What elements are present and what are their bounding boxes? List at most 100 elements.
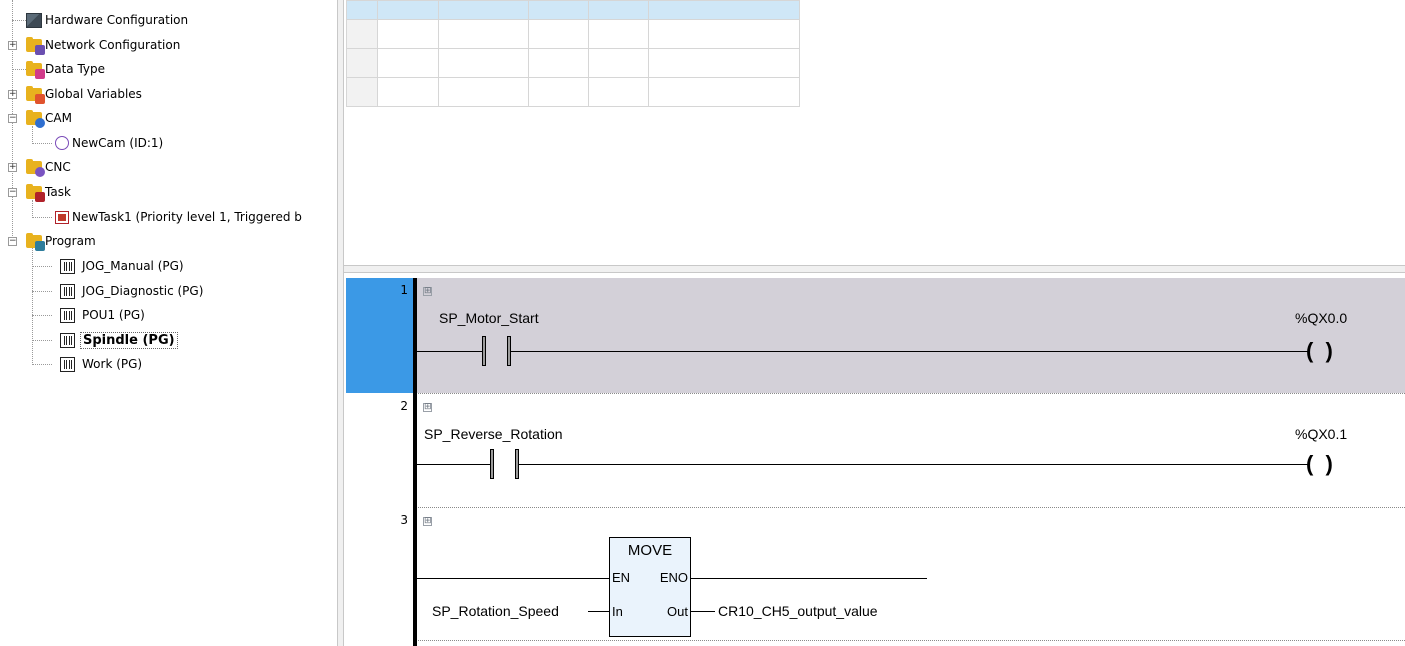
expand-global-variables[interactable]: + xyxy=(8,90,17,99)
network-collapse-icon[interactable]: ⊞ xyxy=(423,517,432,526)
tree-item-label: NewCam (ID:1) xyxy=(72,136,164,150)
contact-variable[interactable]: SP_Reverse_Rotation xyxy=(424,426,563,442)
tree-item-newtask1[interactable]: NewTask1 (Priority level 1, Triggered b xyxy=(55,206,302,228)
vertical-splitter[interactable] xyxy=(337,0,344,646)
table-cell[interactable] xyxy=(377,19,439,49)
tree-item-work[interactable]: Work (PG) xyxy=(60,353,142,375)
tree-item-label: Data Type xyxy=(45,62,106,76)
tree-item-program[interactable]: Program xyxy=(26,230,96,252)
tree-line xyxy=(12,20,26,21)
table-cell[interactable] xyxy=(438,77,529,107)
wire xyxy=(416,578,609,579)
network-number: 3 xyxy=(400,513,408,527)
tree-item-label: Program xyxy=(45,234,96,248)
table-cell[interactable] xyxy=(528,48,589,78)
wire xyxy=(588,611,609,612)
table-row[interactable] xyxy=(346,19,800,49)
tree-item-pou1[interactable]: POU1 (PG) xyxy=(60,304,145,326)
contact-left-bar[interactable] xyxy=(490,449,494,479)
table-row[interactable] xyxy=(346,77,800,107)
cam-folder-icon xyxy=(26,109,45,128)
tree-item-newcam[interactable]: NewCam (ID:1) xyxy=(55,132,163,154)
network-collapse-icon[interactable]: ⊞ xyxy=(423,403,432,412)
tree-item-cnc[interactable]: CNC xyxy=(26,156,71,178)
network-collapse-icon[interactable]: ⊞ xyxy=(423,287,432,296)
left-power-rail xyxy=(413,278,417,646)
expand-network-configuration[interactable]: + xyxy=(8,41,17,50)
expand-cnc[interactable]: + xyxy=(8,163,17,172)
table-cell[interactable] xyxy=(528,19,589,49)
pin-eno: ENO xyxy=(659,570,688,585)
column-header[interactable] xyxy=(648,0,800,20)
collapse-program[interactable]: − xyxy=(8,237,17,246)
horizontal-splitter[interactable] xyxy=(344,265,1405,273)
table-cell[interactable] xyxy=(648,19,800,49)
tree-item-task[interactable]: Task xyxy=(26,181,71,203)
data-type-icon xyxy=(26,60,45,79)
column-header[interactable] xyxy=(438,0,529,20)
table-row[interactable] xyxy=(346,48,800,78)
collapse-task[interactable]: − xyxy=(8,188,17,197)
tree-item-network-configuration[interactable]: Network Configuration xyxy=(26,34,180,56)
tree-item-data-type[interactable]: Data Type xyxy=(26,58,105,80)
network-1-selected-background[interactable] xyxy=(416,278,1405,393)
tree-item-label: Work (PG) xyxy=(82,357,143,371)
move-input-variable[interactable]: SP_Rotation_Speed xyxy=(432,603,559,619)
network-separator xyxy=(416,507,1405,508)
table-cell[interactable] xyxy=(377,48,439,78)
column-header[interactable] xyxy=(588,0,649,20)
coil-variable[interactable]: %QX0.1 xyxy=(1295,426,1347,442)
tree-item-label-selected: Spindle (PG) xyxy=(80,331,178,349)
row-header[interactable] xyxy=(346,77,378,107)
variable-table-area xyxy=(344,0,1405,265)
tree-item-label: CAM xyxy=(45,111,72,125)
column-header[interactable] xyxy=(346,0,378,20)
tree-item-label: NewTask1 (Priority level 1, Triggered b xyxy=(72,210,302,224)
tree-item-global-variables[interactable]: Global Variables xyxy=(26,83,142,105)
ladder-editor[interactable]: 1 ⊞ SP_Motor_Start %QX0.0 ( ) 2 ⊞ SP_Rev… xyxy=(344,273,1405,646)
local-variable-table[interactable] xyxy=(346,0,800,107)
tree-item-spindle[interactable]: Spindle (PG) xyxy=(60,329,178,351)
table-cell[interactable] xyxy=(528,77,589,107)
pin-in: In xyxy=(612,604,623,619)
tree-item-label: JOG_Diagnostic (PG) xyxy=(82,284,204,298)
contact-left-bar[interactable] xyxy=(482,336,486,366)
pou-icon xyxy=(60,307,75,323)
program-folder-icon xyxy=(26,232,45,251)
collapse-cam[interactable]: − xyxy=(8,114,17,123)
column-header[interactable] xyxy=(528,0,589,20)
tree-item-jog-diagnostic[interactable]: JOG_Diagnostic (PG) xyxy=(60,280,203,302)
table-cell[interactable] xyxy=(588,77,649,107)
column-header[interactable] xyxy=(377,0,439,20)
table-cell[interactable] xyxy=(377,77,439,107)
tree-line xyxy=(32,364,52,365)
coil[interactable]: ( ) xyxy=(1306,340,1333,362)
coil[interactable]: ( ) xyxy=(1306,453,1333,475)
table-cell[interactable] xyxy=(588,19,649,49)
tree-line xyxy=(12,69,26,70)
tree-item-label: Network Configuration xyxy=(45,38,181,52)
pou-icon xyxy=(60,283,75,299)
move-output-variable[interactable]: CR10_CH5_output_value xyxy=(718,603,878,619)
move-function-block[interactable]: MOVE EN ENO In Out xyxy=(609,537,691,637)
block-title: MOVE xyxy=(627,542,673,559)
row-header[interactable] xyxy=(346,48,378,78)
pou-icon xyxy=(60,332,75,348)
task-icon xyxy=(55,210,69,224)
row-header[interactable] xyxy=(346,19,378,49)
table-cell[interactable] xyxy=(648,48,800,78)
tree-item-hardware-configuration[interactable]: Hardware Configuration xyxy=(26,9,188,31)
table-cell[interactable] xyxy=(438,19,529,49)
task-folder-icon xyxy=(26,183,45,202)
cam-icon xyxy=(55,136,69,150)
table-cell[interactable] xyxy=(438,48,529,78)
tree-item-cam[interactable]: CAM xyxy=(26,107,72,129)
table-cell[interactable] xyxy=(588,48,649,78)
tree-item-jog-manual[interactable]: JOG_Manual (PG) xyxy=(60,255,184,277)
tree-item-label: JOG_Manual (PG) xyxy=(82,259,184,273)
table-cell[interactable] xyxy=(648,77,800,107)
contact-variable[interactable]: SP_Motor_Start xyxy=(439,310,539,326)
global-variables-icon xyxy=(26,85,45,104)
pin-out: Out xyxy=(667,604,688,619)
coil-variable[interactable]: %QX0.0 xyxy=(1295,310,1347,326)
